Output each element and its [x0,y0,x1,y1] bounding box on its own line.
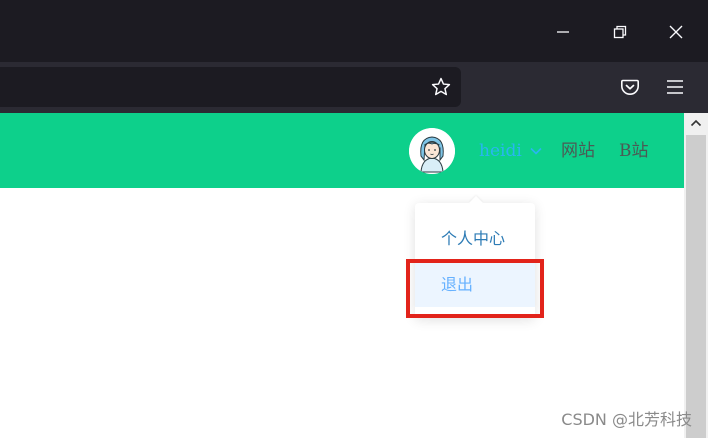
app-menu-button[interactable] [659,71,691,103]
url-bar[interactable] [0,67,461,107]
user-name: heidi [479,141,522,161]
bookmark-button[interactable] [425,71,457,103]
chevron-up-icon [690,119,702,127]
pocket-icon [621,79,639,95]
user-menu-trigger[interactable]: heidi [479,140,542,162]
menu-item-profile[interactable]: 个人中心 [415,217,535,261]
site-header: heidi 网站 B站 [0,113,684,188]
star-icon [431,77,451,96]
close-icon [669,25,683,39]
pocket-button[interactable] [614,71,646,103]
vertical-scrollbar[interactable] [684,113,708,438]
user-avatar[interactable] [409,128,455,174]
nav-link-bilibili[interactable]: B站 [619,139,649,163]
watermark: CSDN @北芳科技 [561,410,692,429]
scroll-up-button[interactable] [684,113,708,133]
avatar-icon [409,128,455,174]
hamburger-icon [667,80,683,94]
restore-icon [613,25,627,39]
dropdown-arrow [468,195,484,211]
browser-nav-bar [0,62,708,113]
scrollbar-thumb[interactable] [686,135,706,438]
nav-link-website[interactable]: 网站 [561,139,595,163]
browser-title-bar [0,0,708,62]
chevron-down-icon [530,147,542,155]
minimize-button[interactable] [543,14,583,50]
page-content: heidi 网站 B站 个人中心 退出 [0,113,684,438]
logout-highlight-box [406,259,544,318]
restore-button[interactable] [600,14,640,50]
close-window-button[interactable] [656,14,696,50]
minimize-icon [557,31,569,33]
